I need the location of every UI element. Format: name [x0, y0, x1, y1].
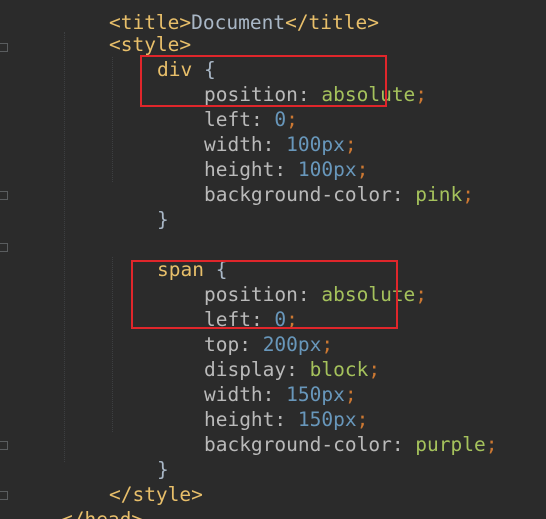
css-property: background-color — [203, 183, 392, 206]
semicolon: ; — [415, 83, 428, 106]
code-line-span-selector: span { — [110, 232, 227, 281]
code-line-div-bg: background-color: pink; — [157, 157, 474, 206]
fold-marker-icon[interactable] — [0, 191, 8, 200]
code-line-div-selector: div { — [110, 32, 216, 81]
code-line-head-close: </head> — [14, 482, 143, 519]
fold-marker-icon[interactable] — [0, 43, 8, 52]
css-value: purple — [415, 433, 486, 456]
close-brace: } — [156, 208, 169, 231]
title-close-tag: </title> — [285, 11, 379, 34]
css-value: pink — [415, 183, 463, 206]
code-line-span-display: display: block; — [157, 332, 380, 381]
css-property: background-color — [203, 433, 392, 456]
code-line-style-close: </style> — [62, 457, 203, 506]
code-line-style-open: <style> — [62, 7, 191, 56]
highlight-box-div-positioning — [140, 55, 387, 107]
fold-marker-icon[interactable] — [0, 243, 8, 252]
code-line-div-height: height: 100px; — [157, 132, 368, 181]
semicolon: ; — [368, 358, 381, 381]
colon: : — [391, 183, 416, 206]
indent-guide — [64, 32, 65, 462]
highlight-box-span-positioning — [131, 260, 398, 329]
code-line-span-close: } — [110, 432, 169, 481]
semicolon: ; — [462, 183, 475, 206]
title-text: Document — [191, 11, 286, 34]
fold-marker-icon[interactable] — [0, 441, 8, 450]
code-line-div-width: width: 100px; — [157, 107, 357, 156]
code-line-span-width: width: 150px; — [157, 357, 357, 406]
fold-marker-icon[interactable] — [0, 491, 8, 500]
colon: : — [391, 433, 416, 456]
code-line-div-close: } — [110, 182, 169, 231]
code-line-span-bg: background-color: purple; — [157, 407, 498, 456]
code-editor[interactable]: <title>Document</title> <style> div { po… — [0, 0, 546, 519]
semicolon: ; — [415, 283, 428, 306]
head-close-tag: </head> — [61, 508, 143, 519]
code-line-span-height: height: 150px; — [157, 382, 368, 431]
semicolon: ; — [485, 433, 498, 456]
